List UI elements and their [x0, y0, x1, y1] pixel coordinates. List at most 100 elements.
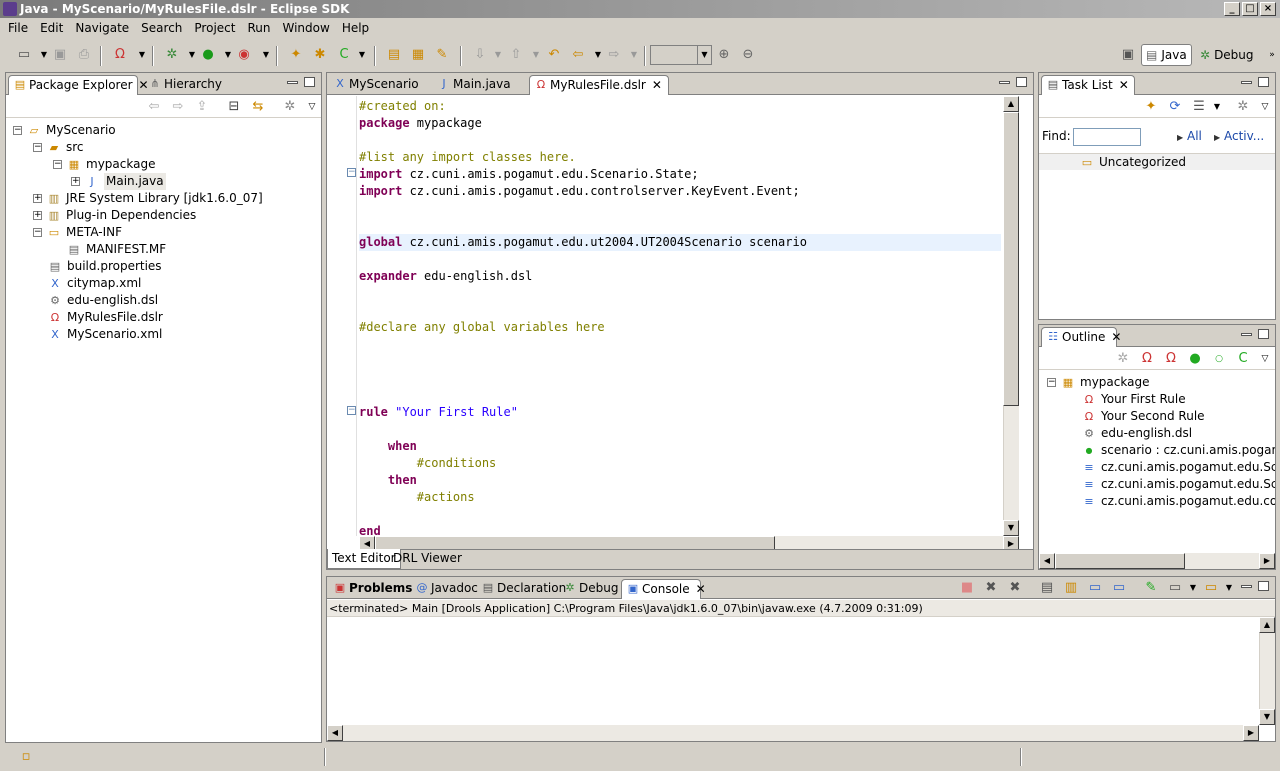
tree-node-myscenario-xml[interactable]: X MyScenario.xml: [47, 326, 162, 343]
new-dropdown-icon[interactable]: ▼: [36, 47, 52, 63]
tree-node-mypackage[interactable]: − ▦ mypackage: [53, 156, 155, 173]
expand-icon[interactable]: +: [33, 194, 42, 203]
outline-item[interactable]: ≡cz.cuni.amis.pogamut.edu.controlse: [1081, 493, 1275, 510]
hide-rules-icon[interactable]: Ω: [1139, 351, 1155, 367]
minimize-window-button[interactable]: _: [1224, 2, 1240, 16]
outline-item[interactable]: ≡cz.cuni.amis.pogamut.edu.Scenario: [1081, 476, 1275, 493]
all-link[interactable]: ▶ All: [1177, 129, 1202, 143]
tab-outline[interactable]: ☷ Outline ✕: [1041, 327, 1121, 347]
back-dropdown-icon[interactable]: ▼: [590, 47, 606, 63]
fold-icon[interactable]: −: [347, 168, 356, 177]
tab-task-list[interactable]: ▤ Task List ✕: [1041, 75, 1135, 95]
scroll-down-button[interactable]: ▼: [1003, 520, 1019, 536]
menu-edit[interactable]: Edit: [34, 21, 69, 35]
open-console-dropdown-icon[interactable]: ▼: [1221, 580, 1237, 596]
hide-functions-icon[interactable]: C: [1235, 351, 1251, 367]
menu-navigate[interactable]: Navigate: [69, 21, 135, 35]
collapse-icon[interactable]: −: [33, 143, 42, 152]
tree-node-main-java[interactable]: + J Main.java: [71, 173, 166, 190]
remove-launch-icon[interactable]: ✖: [983, 580, 999, 596]
forward-icon[interactable]: ⇨: [606, 47, 622, 63]
last-edit-location-icon[interactable]: ↶: [546, 47, 562, 63]
collapse-icon[interactable]: −: [1047, 378, 1056, 387]
activate-link[interactable]: ▶ Activ...: [1214, 129, 1264, 143]
scroll-up-button[interactable]: ▲: [1003, 96, 1019, 112]
maximize-view-button[interactable]: [304, 77, 315, 87]
outline-item[interactable]: Ω Your Second Rule: [1081, 408, 1205, 425]
java-perspective-button[interactable]: ▤ Java: [1141, 44, 1192, 66]
scroll-thumb[interactable]: [1055, 553, 1185, 569]
tab-javadoc[interactable]: @ Javadoc: [411, 579, 478, 599]
tree-node-src[interactable]: − ▰ src: [33, 139, 84, 156]
tab-debug[interactable]: ✲ Debug: [559, 579, 619, 599]
menu-run[interactable]: Run: [241, 21, 276, 35]
open-console-icon[interactable]: ▭: [1203, 580, 1219, 596]
view-dropdown-icon[interactable]: ▽: [304, 99, 320, 115]
fold-icon[interactable]: −: [347, 406, 356, 415]
scroll-thumb[interactable]: [1003, 112, 1019, 406]
scroll-right-button[interactable]: ▶: [1243, 725, 1259, 741]
tree-node-build-properties[interactable]: ▤ build.properties: [47, 258, 162, 275]
forward-nav-icon[interactable]: ⇨: [170, 99, 186, 115]
tree-node-myscenario[interactable]: − ▱ MyScenario: [13, 122, 116, 139]
console-output[interactable]: [327, 618, 1259, 725]
view-menu-icon[interactable]: ✲: [282, 99, 298, 115]
categorize-dropdown-icon[interactable]: ▼: [1209, 99, 1225, 115]
minimize-view-button[interactable]: [287, 81, 298, 84]
view-dropdown-icon[interactable]: ▽: [1257, 99, 1273, 115]
zoom-combo[interactable]: ▼: [650, 45, 712, 65]
tab-drl-viewer[interactable]: DRL Viewer: [389, 549, 466, 569]
scroll-lock-icon[interactable]: ▥: [1063, 580, 1079, 596]
tab-problems[interactable]: ▣ Problems: [329, 579, 413, 599]
pin-console-icon[interactable]: ✎: [1143, 580, 1159, 596]
open-task-icon[interactable]: ▦: [410, 47, 426, 63]
previous-annotation-icon[interactable]: ⇧: [508, 47, 524, 63]
collapse-icon[interactable]: −: [53, 160, 62, 169]
close-icon[interactable]: ✕: [696, 582, 706, 596]
save-icon[interactable]: ▣: [52, 47, 68, 63]
tab-console[interactable]: ▣ Console ✕: [621, 579, 706, 599]
remove-all-icon[interactable]: ✖: [1007, 580, 1023, 596]
minimize-view-button[interactable]: [1241, 81, 1252, 84]
external-tools-dropdown-icon[interactable]: ▼: [258, 47, 274, 63]
collapse-all-icon[interactable]: ⊟: [226, 99, 242, 115]
scroll-down-button[interactable]: ▼: [1259, 709, 1275, 725]
view-dropdown-icon[interactable]: ▽: [1257, 351, 1273, 367]
show-on-stderr-icon[interactable]: ▭: [1111, 580, 1127, 596]
maximize-view-button[interactable]: [1258, 581, 1269, 591]
tab-hierarchy[interactable]: ⋔ Hierarchy: [144, 75, 234, 95]
menu-file[interactable]: File: [2, 21, 34, 35]
menu-search[interactable]: Search: [135, 21, 188, 35]
drools-dropdown-icon[interactable]: ▼: [134, 47, 150, 63]
new-task-icon[interactable]: ✦: [1143, 99, 1159, 115]
tab-myrulesfile[interactable]: Ω MyRulesFile.dslr ✕: [529, 75, 669, 95]
code-area[interactable]: #created on: package mypackage #list any i…: [359, 96, 1001, 536]
outline-item[interactable]: ●scenario : cz.cuni.amis.pogamut.edu: [1081, 442, 1276, 459]
outline-horizontal-scrollbar[interactable]: ◀ ▶: [1039, 553, 1275, 569]
fast-view-icon[interactable]: ▫: [18, 749, 34, 765]
maximize-view-button[interactable]: [1016, 77, 1027, 87]
outline-item[interactable]: − ▦ mypackage: [1047, 374, 1149, 391]
clear-console-icon[interactable]: ▤: [1039, 580, 1055, 596]
new-icon[interactable]: ▭: [16, 47, 32, 63]
print-icon[interactable]: ⎙: [76, 47, 92, 63]
up-nav-icon[interactable]: ⇪: [194, 99, 210, 115]
new-java-class-icon[interactable]: C: [336, 47, 352, 63]
tree-node-plugin-deps[interactable]: + ▥ Plug-in Dependencies: [33, 207, 196, 224]
back-nav-icon[interactable]: ⇦: [146, 99, 162, 115]
open-perspective-icon[interactable]: ▣: [1120, 47, 1136, 63]
more-perspectives-icon[interactable]: »: [1264, 47, 1280, 63]
uncategorized-item[interactable]: ▭ Uncategorized: [1079, 154, 1186, 171]
debug-icon[interactable]: ✲: [164, 47, 180, 63]
scroll-up-button[interactable]: ▲: [1259, 617, 1275, 633]
menu-window[interactable]: Window: [276, 21, 335, 35]
previous-annotation-dropdown-icon[interactable]: ▼: [528, 47, 544, 63]
tree-node-edu-english[interactable]: ⚙ edu-english.dsl: [47, 292, 158, 309]
external-tools-icon[interactable]: ◉: [236, 47, 252, 63]
new-class-dropdown-icon[interactable]: ▼: [354, 47, 370, 63]
display-console-dropdown-icon[interactable]: ▼: [1185, 580, 1201, 596]
terminate-icon[interactable]: ■: [959, 580, 975, 596]
collapse-icon[interactable]: −: [33, 228, 42, 237]
synchronize-icon[interactable]: ⟳: [1167, 99, 1183, 115]
outline-item[interactable]: ⚙ edu-english.dsl: [1081, 425, 1192, 442]
